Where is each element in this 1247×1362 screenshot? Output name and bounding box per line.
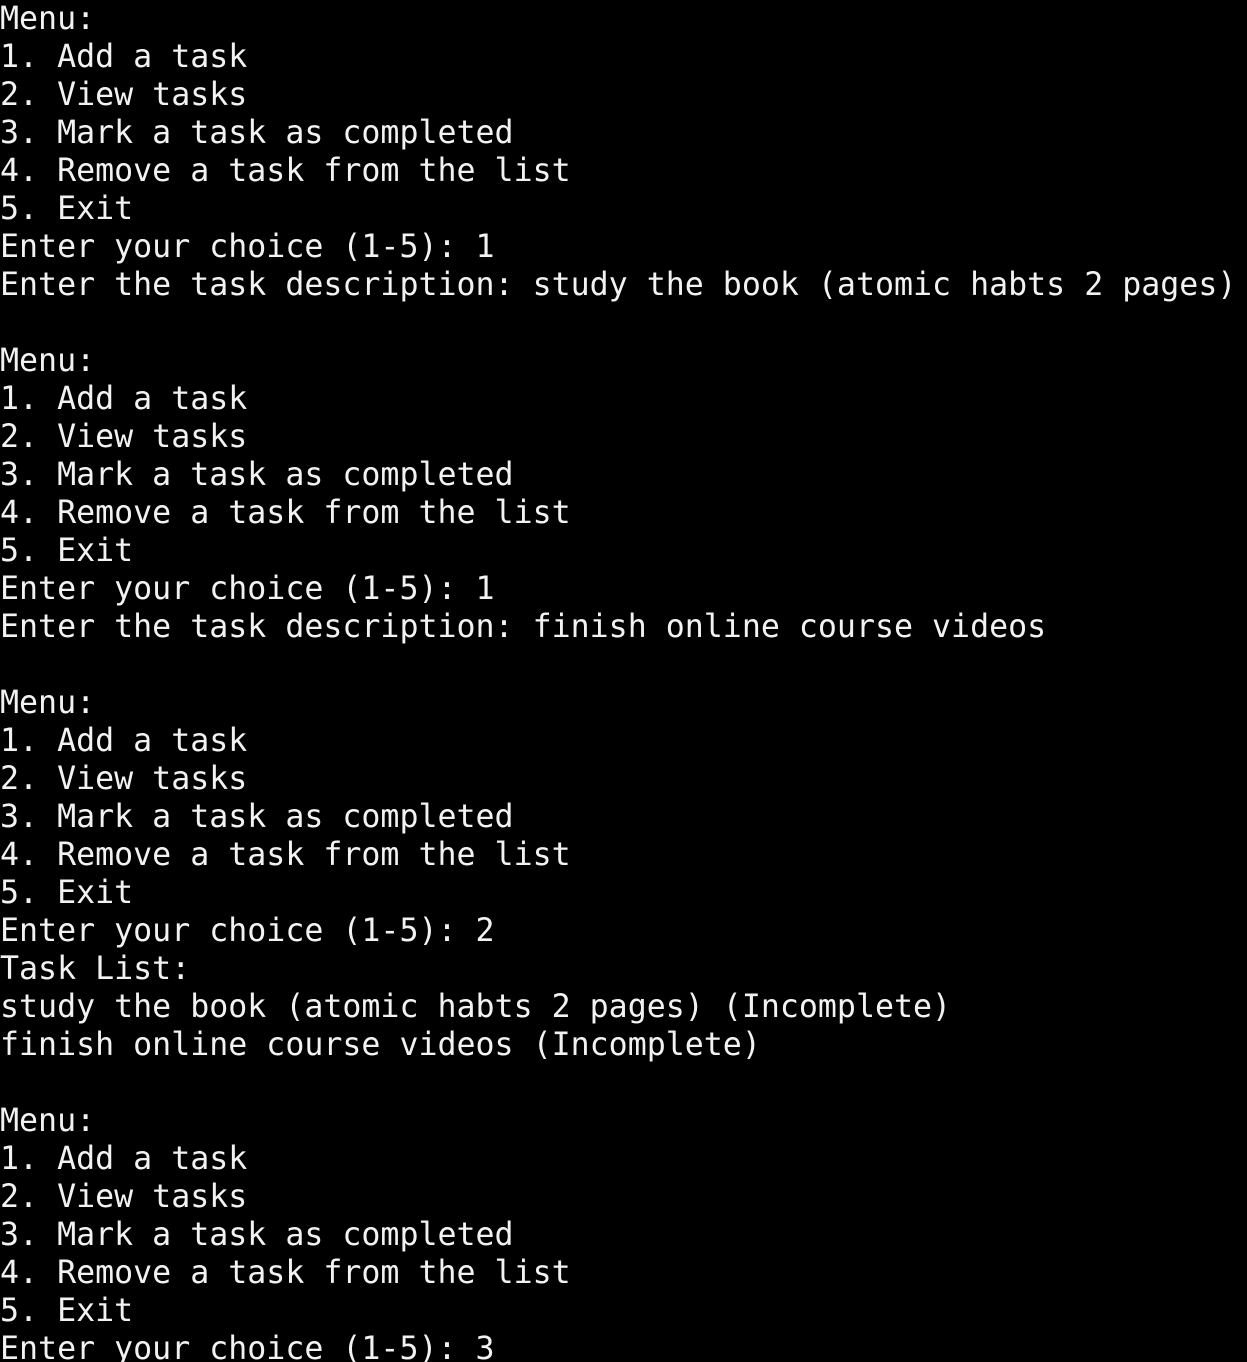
terminal-line: 1. Add a task	[0, 723, 248, 759]
terminal-line: Menu:	[0, 1, 96, 37]
terminal-line: Menu:	[0, 685, 96, 721]
terminal-line: Enter your choice (1-5): 1	[0, 571, 495, 607]
terminal-line: 2. View tasks	[0, 419, 248, 455]
terminal-line: 3. Mark a task as completed	[0, 457, 514, 493]
terminal-line: Enter your choice (1-5): 2	[0, 913, 495, 949]
terminal-line: Task List:	[0, 951, 191, 987]
terminal-line: 2. View tasks	[0, 761, 248, 797]
terminal-output[interactable]: Menu: 1. Add a task 2. View tasks 3. Mark a…	[0, 0, 1247, 1362]
terminal-line: 2. View tasks	[0, 77, 248, 113]
terminal-line: 5. Exit	[0, 875, 134, 911]
terminal-line: 4. Remove a task from the list	[0, 153, 571, 189]
terminal-line: Enter your choice (1-5): 3	[0, 1331, 495, 1362]
terminal-line: finish online course videos (Incomplete)	[0, 1027, 761, 1063]
terminal-line: Enter the task description: finish onlin…	[0, 609, 1047, 645]
terminal-line: 3. Mark a task as completed	[0, 1217, 514, 1253]
terminal-line: 5. Exit	[0, 1293, 134, 1329]
terminal-line: 5. Exit	[0, 191, 134, 227]
terminal-line: Menu:	[0, 343, 96, 379]
terminal-line: 3. Mark a task as completed	[0, 799, 514, 835]
terminal-line: 1. Add a task	[0, 381, 248, 417]
terminal-line: 1. Add a task	[0, 1141, 248, 1177]
terminal-line: 4. Remove a task from the list	[0, 1255, 571, 1291]
terminal-line: Menu:	[0, 1103, 96, 1139]
terminal-line: 4. Remove a task from the list	[0, 837, 571, 873]
terminal-line: 4. Remove a task from the list	[0, 495, 571, 531]
terminal-line: 5. Exit	[0, 533, 134, 569]
terminal-line: 2. View tasks	[0, 1179, 248, 1215]
terminal-line: 1. Add a task	[0, 39, 248, 75]
terminal-line: Enter the task description: study the bo…	[0, 267, 1237, 303]
terminal-line: study the book (atomic habts 2 pages) (I…	[0, 989, 952, 1025]
terminal-line: Enter your choice (1-5): 1	[0, 229, 495, 265]
terminal-line: 3. Mark a task as completed	[0, 115, 514, 151]
